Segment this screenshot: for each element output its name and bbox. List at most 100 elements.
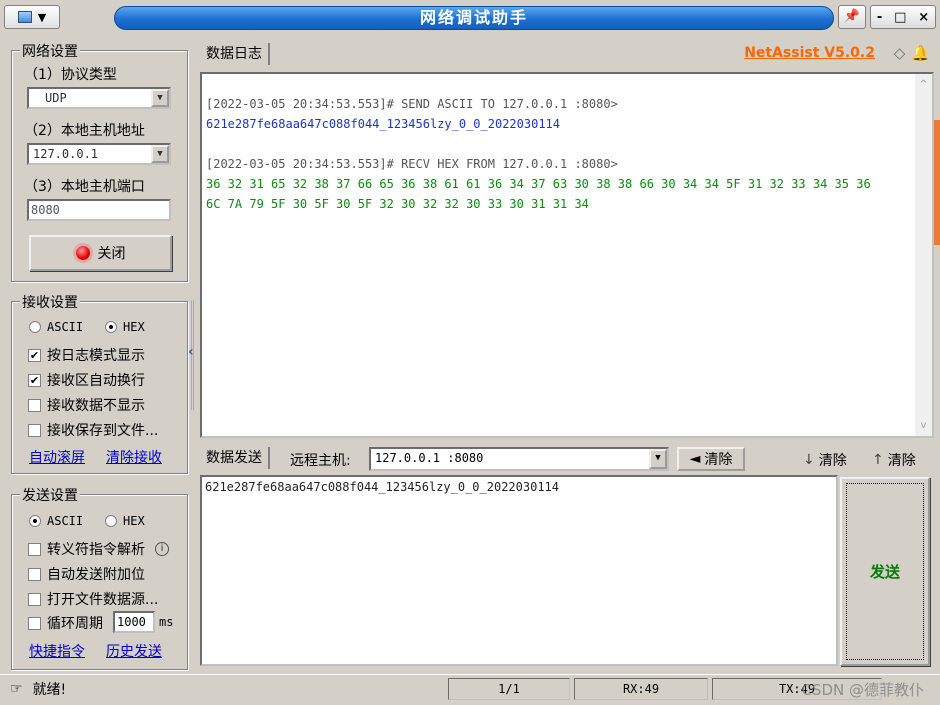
remote-host-select[interactable]: 127.0.0.1 :8080 ▼: [369, 447, 669, 471]
status-light-icon: [75, 246, 90, 260]
minimize-button[interactable]: -: [877, 10, 882, 25]
title-bar: ▼ 网络调试助手 📌 - □ ×: [0, 0, 940, 35]
checkbox-icon: [28, 423, 41, 437]
send-button[interactable]: 发送: [840, 477, 930, 666]
status-rx: RX:49: [574, 678, 708, 700]
clear-remote-label: 清除: [704, 452, 733, 468]
side-accent: [934, 120, 940, 245]
arrow-down-icon: ↓: [803, 452, 815, 468]
auto-wrap-label: 接收区自动换行: [47, 373, 145, 389]
remote-host-label: 远程主机:: [290, 453, 351, 469]
log-line: [2022-03-05 20:34:53.553]# SEND ASCII TO…: [206, 97, 618, 111]
receive-hex-label: HEX: [123, 320, 145, 334]
protocol-value: UDP: [45, 91, 67, 105]
system-menu-button[interactable]: ▼: [4, 5, 60, 29]
escape-parse-checkbox[interactable]: 转义符指令解析 i: [28, 539, 169, 559]
status-ready-text: 就绪!: [32, 682, 67, 698]
arrow-up-icon: ↑: [872, 452, 884, 468]
pin-icon[interactable]: 📌: [838, 5, 866, 29]
loop-period-input[interactable]: 1000: [113, 611, 155, 633]
log-line: 36 32 31 65 32 38 37 66 65 36 38 61 61 3…: [206, 177, 871, 191]
clear-receive-label: 清除: [818, 453, 847, 469]
brand-link[interactable]: NetAssist V5.0.2: [744, 45, 875, 61]
log-mode-checkbox[interactable]: ✔ 按日志模式显示: [28, 345, 145, 365]
receive-hex-radio[interactable]: HEX: [105, 320, 145, 334]
host-label: （2）本地主机地址: [24, 123, 145, 139]
auto-scroll-link[interactable]: 自动滚屏: [29, 447, 85, 467]
chevron-down-icon[interactable]: ▼: [151, 145, 169, 163]
receive-settings-title: 接收设置: [20, 292, 80, 312]
panel-splitter[interactable]: ‹: [188, 300, 197, 410]
radio-selected-icon: [29, 515, 41, 527]
scroll-down-icon[interactable]: v: [915, 417, 932, 434]
clear-send-button[interactable]: ↑ 清除: [872, 450, 916, 470]
protocol-label: （1）协议类型: [24, 67, 117, 83]
maximize-button[interactable]: □: [894, 10, 906, 25]
radio-icon: [105, 515, 117, 527]
status-page: 1/1: [448, 678, 570, 700]
checkbox-icon: [28, 567, 41, 581]
diamond-icon[interactable]: ◇: [894, 44, 906, 62]
radio-icon: [29, 321, 41, 333]
host-value: 127.0.0.1: [33, 147, 99, 161]
checkbox-icon: ✔: [28, 373, 41, 387]
watermark: CSDN @德菲教仆: [801, 681, 924, 699]
checkbox-icon: [28, 542, 41, 556]
checkbox-icon: [28, 592, 41, 606]
chevron-down-icon[interactable]: ▼: [151, 89, 169, 107]
send-ascii-radio[interactable]: ASCII: [29, 514, 83, 528]
clear-receive-button[interactable]: ↓ 清除: [803, 450, 847, 470]
app-icon: [17, 11, 32, 23]
hide-data-checkbox[interactable]: 接收数据不显示: [28, 395, 145, 415]
send-input[interactable]: 621e287fe68aa647c088f044_123456lzy_0_0_2…: [200, 475, 838, 666]
arrow-left-icon: ◄: [689, 451, 701, 467]
log-line: [2022-03-05 20:34:53.553]# RECV HEX FROM…: [206, 157, 618, 171]
protocol-select[interactable]: UDP ▼: [27, 87, 171, 109]
scroll-up-icon[interactable]: ^: [915, 76, 932, 93]
period-unit: ms: [159, 615, 174, 629]
receive-log[interactable]: [2022-03-05 20:34:53.553]# SEND ASCII TO…: [200, 72, 934, 438]
port-input[interactable]: 8080: [27, 199, 171, 221]
save-to-file-checkbox[interactable]: 接收保存到文件...: [28, 420, 158, 440]
status-ready: ☞ 就绪!: [10, 679, 66, 699]
network-settings-title: 网络设置: [20, 41, 80, 61]
loop-period-checkbox[interactable]: 循环周期: [28, 613, 103, 633]
shortcuts-link[interactable]: 快捷指令: [29, 641, 85, 661]
send-input-text: 621e287fe68aa647c088f044_123456lzy_0_0_2…: [205, 480, 560, 494]
auto-wrap-checkbox[interactable]: ✔ 接收区自动换行: [28, 370, 145, 390]
bell-icon[interactable]: 🔔: [911, 44, 930, 62]
chevron-down-icon[interactable]: ▼: [649, 449, 667, 469]
send-ascii-label: ASCII: [47, 514, 84, 528]
brand-icons: ◇ 🔔: [894, 44, 930, 62]
close-window-button[interactable]: ×: [918, 10, 929, 25]
host-select[interactable]: 127.0.0.1 ▼: [27, 143, 171, 165]
receive-ascii-label: ASCII: [47, 320, 84, 334]
file-source-checkbox[interactable]: 打开文件数据源...: [28, 589, 158, 609]
clear-send-label: 清除: [887, 453, 916, 469]
log-lines: [2022-03-05 20:34:53.553]# SEND ASCII TO…: [206, 94, 871, 214]
clear-receive-link[interactable]: 清除接收: [106, 447, 162, 467]
receive-ascii-radio[interactable]: ASCII: [29, 320, 83, 334]
append-bits-label: 自动发送附加位: [47, 567, 145, 583]
radio-selected-icon: [105, 321, 117, 333]
send-settings-title: 发送设置: [20, 485, 80, 505]
append-bits-checkbox[interactable]: 自动发送附加位: [28, 564, 145, 584]
send-button-label: 发送: [846, 483, 924, 660]
log-mode-label: 按日志模式显示: [47, 348, 145, 364]
status-bar: ☞ 就绪! 1/1 RX:49 TX:49 CSDN @德菲教仆: [0, 674, 940, 705]
info-icon[interactable]: i: [155, 542, 169, 556]
chevron-down-icon: ▼: [37, 10, 47, 24]
close-connection-button[interactable]: 关闭: [29, 235, 172, 271]
log-tab[interactable]: 数据日志: [206, 43, 270, 65]
log-line: 621e287fe68aa647c088f044_123456lzy_0_0_2…: [206, 117, 561, 131]
send-tab[interactable]: 数据发送: [206, 447, 270, 469]
send-hex-radio[interactable]: HEX: [105, 514, 145, 528]
clear-remote-button[interactable]: ◄ 清除: [677, 447, 745, 471]
log-scrollbar[interactable]: ^ v: [915, 74, 932, 436]
escape-parse-label: 转义符指令解析: [47, 542, 145, 558]
history-link[interactable]: 历史发送: [106, 641, 162, 661]
port-label: （3）本地主机端口: [24, 179, 145, 195]
hand-pointer-icon: ☞: [10, 681, 23, 697]
chevron-left-icon[interactable]: ‹: [188, 344, 194, 360]
